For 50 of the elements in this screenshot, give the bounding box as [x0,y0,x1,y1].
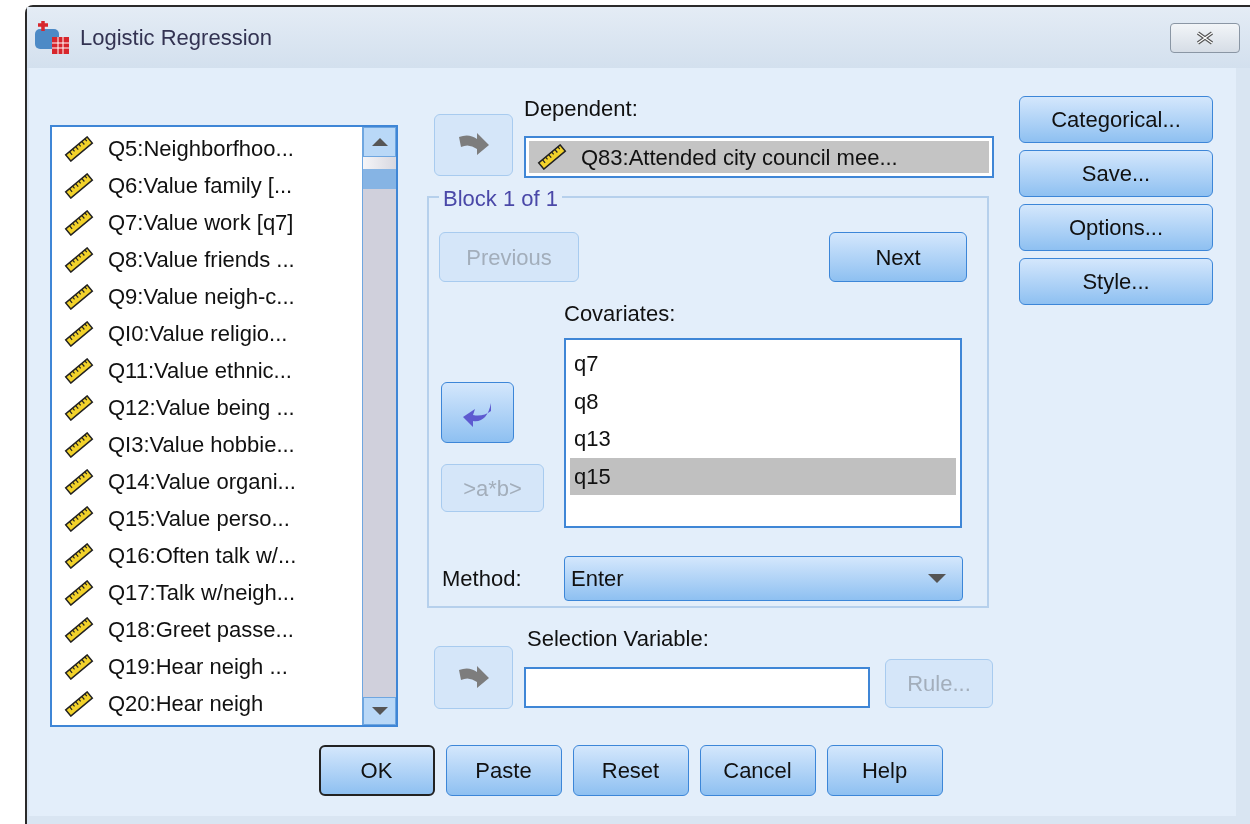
up-arrow-icon [370,137,389,147]
scrollbar[interactable] [362,127,396,725]
footer-button[interactable]: Help [826,745,943,796]
footer-button[interactable]: Reset [572,745,689,796]
variable-item[interactable]: Q6:Value family [... [64,167,362,204]
dialog-button[interactable]: Options... [1019,204,1213,251]
variable-item[interactable]: QI0:Value religio... [64,315,362,352]
variable-item[interactable]: Q19:Hear neigh ... [64,648,362,685]
variable-item[interactable]: Q17:Talk w/neigh... [64,574,362,611]
dialog-button[interactable]: Style... [1019,258,1213,305]
variable-item[interactable]: Q14:Value organi... [64,463,362,500]
method-label: Method: [442,565,523,593]
next-button[interactable]: Next [829,232,967,282]
footer-button[interactable]: Paste [445,745,562,796]
covariate-item[interactable]: q13 [570,420,956,458]
variable-item[interactable]: Q8:Value friends ... [64,241,362,278]
scroll-down-button[interactable] [363,697,396,725]
window-title: Logistic Regression [80,24,272,52]
footer-button[interactable]: OK [318,745,435,796]
variable-item[interactable]: Q9:Value neigh-c... [64,278,362,315]
variable-item[interactable]: Q15:Value perso... [64,500,362,537]
dependent-label: Dependent: [524,96,639,121]
dropdown-caret-icon [928,574,946,583]
variable-item[interactable]: Q5:Neighborfhoo... [64,130,362,167]
variable-item[interactable]: Q16:Often talk w/... [64,537,362,574]
selection-variable-field[interactable] [524,667,870,708]
close-button[interactable] [1170,22,1240,53]
variable-item[interactable]: Q18:Greet passe... [64,611,362,648]
covariate-item[interactable]: q15 [570,457,956,495]
covariate-item[interactable]: q7 [570,345,956,383]
scroll-thumb[interactable] [363,169,396,189]
scroll-up-button[interactable] [363,127,396,157]
variable-item[interactable]: QI3:Value hobbie... [64,426,362,463]
selection-variable-label: Selection Variable: [527,626,710,651]
method-dropdown[interactable]: Enter [564,556,963,601]
variable-item[interactable]: Q11:Value ethnic... [64,352,362,389]
footer-button[interactable]: Cancel [699,745,816,796]
dependent-field[interactable]: Q83:Attended city council mee... [524,136,994,178]
down-arrow-icon [370,706,389,716]
dialog-button[interactable]: Save... [1019,150,1213,197]
variable-item[interactable]: Q20:Hear neigh [64,685,362,722]
app-icon [34,20,70,55]
covariate-item[interactable]: q8 [570,382,956,420]
move-left-button[interactable] [441,382,514,443]
dependent-value: Q83:Attended city council mee... [581,143,898,172]
dialog-button[interactable]: Categorical... [1019,96,1213,143]
covariates-label: Covariates: [564,301,677,326]
close-icon [1194,30,1216,45]
variable-item[interactable]: Q7:Value work [q7] [64,204,362,241]
variable-item[interactable]: Q12:Value being ... [64,389,362,426]
